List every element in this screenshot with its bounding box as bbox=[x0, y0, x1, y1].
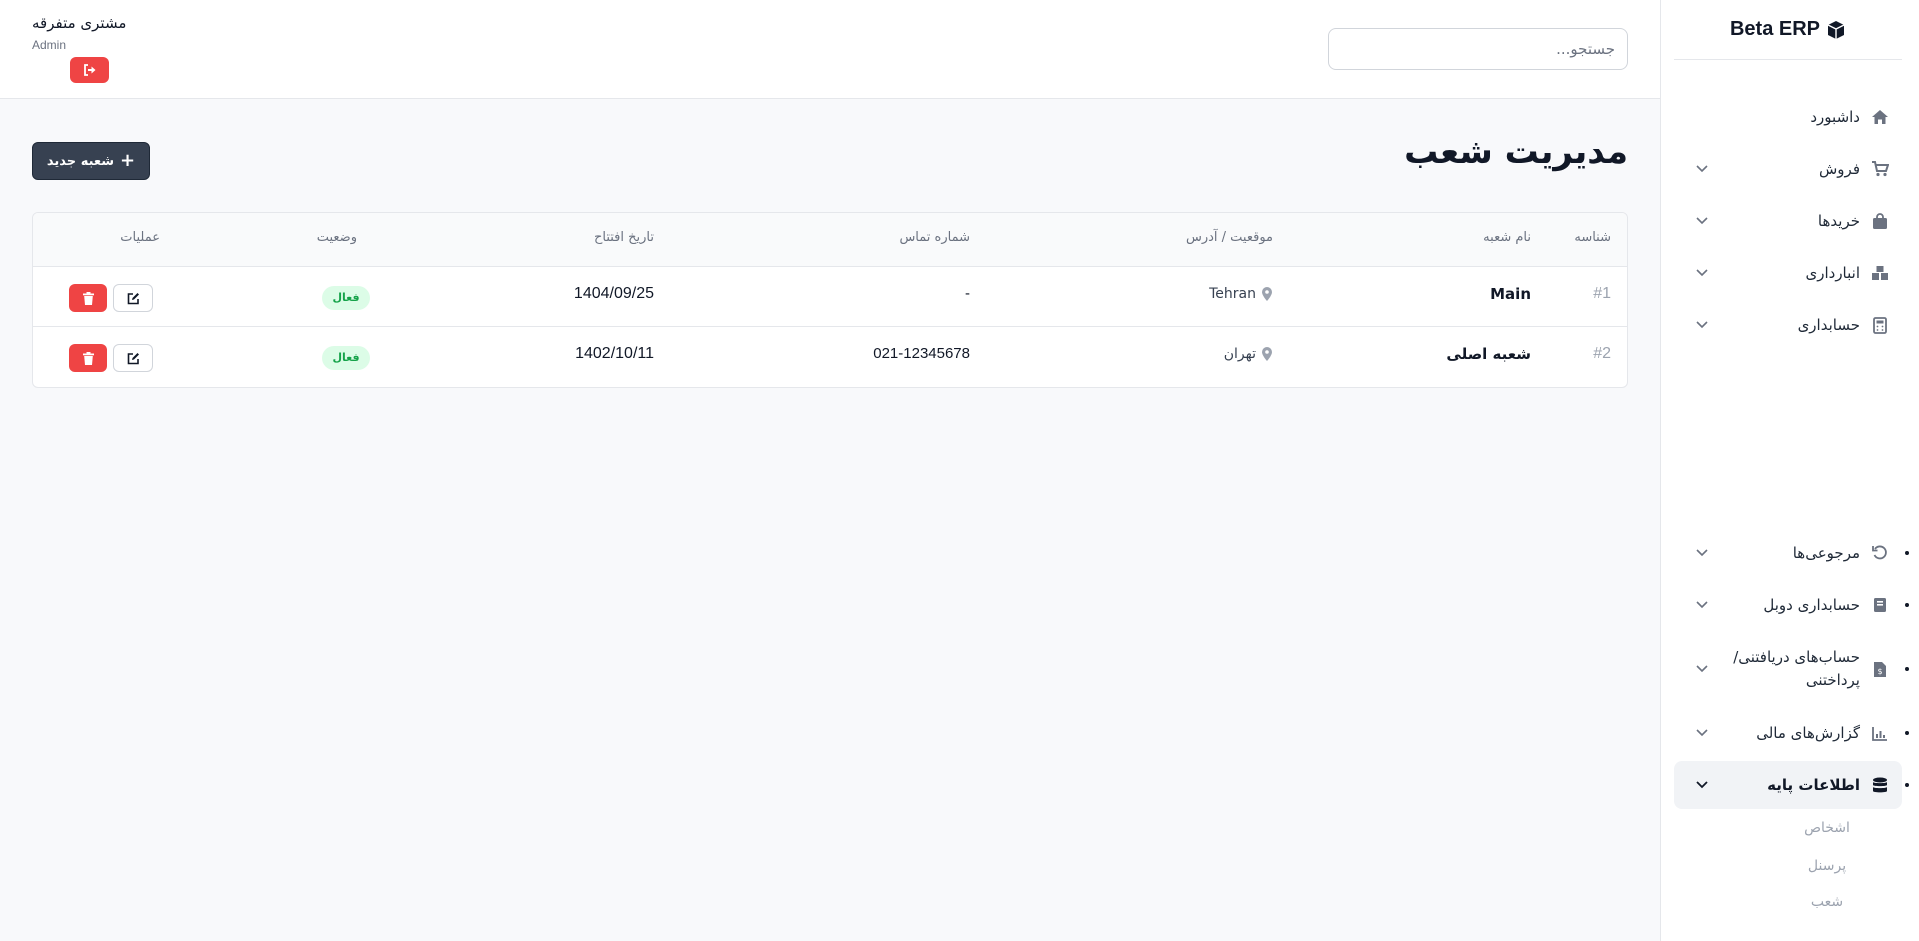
col-header-phone: شماره تماس bbox=[899, 230, 970, 245]
plus-icon: + bbox=[120, 150, 136, 171]
brand-logo[interactable]: Beta ERP bbox=[1674, 0, 1902, 60]
sidebar-item-label: گزارش‌های مالی bbox=[1756, 724, 1860, 742]
col-header-actions: عملیات bbox=[120, 230, 160, 245]
row-location: تهران bbox=[1224, 346, 1273, 362]
sidebar-item-label: فروش bbox=[1818, 160, 1860, 178]
edit-icon bbox=[127, 292, 139, 304]
sidebar-item-sales[interactable]: فروش bbox=[1674, 145, 1902, 193]
sidebar-item-dashboard[interactable]: داشبورد bbox=[1674, 93, 1902, 141]
col-header-status: وضعیت bbox=[316, 230, 357, 245]
chevron-down-icon bbox=[1694, 213, 1710, 229]
row-id: #2 bbox=[1593, 345, 1611, 362]
calculator-icon bbox=[1870, 315, 1890, 335]
row-opened-date: 1402/10/11 bbox=[575, 345, 654, 362]
cube-icon bbox=[1827, 20, 1845, 39]
chevron-down-icon bbox=[1694, 545, 1710, 561]
sidebar-item-label: مرجوعی‌ها bbox=[1792, 544, 1860, 562]
cart-icon bbox=[1870, 159, 1890, 179]
database-icon bbox=[1870, 775, 1890, 795]
trash-icon bbox=[82, 351, 94, 365]
sidebar-item-returns[interactable]: مرجوعی‌ها bbox=[1674, 529, 1909, 577]
home-icon bbox=[1870, 107, 1890, 127]
row-phone: - bbox=[965, 285, 970, 302]
delete-button[interactable] bbox=[69, 344, 107, 372]
bag-icon bbox=[1870, 211, 1890, 231]
sidebar-item-label: حساب‌های دریافتنی/ پرداختنی bbox=[1710, 646, 1860, 692]
col-header-opened: تاریخ افتتاح bbox=[593, 230, 654, 245]
sidebar-item-accounting[interactable]: حسابداری bbox=[1674, 301, 1902, 349]
logout-button[interactable] bbox=[70, 57, 109, 83]
trash-icon bbox=[82, 291, 94, 305]
status-badge: فعال bbox=[322, 286, 370, 310]
new-branch-button[interactable]: + شعبه جدید bbox=[32, 142, 150, 180]
sidebar-item-label: خریدها bbox=[1817, 212, 1860, 230]
sidebar-item-label-line2: پرداختنی bbox=[1805, 671, 1860, 689]
sidebar-subitem-persons[interactable]: اشخاص bbox=[1767, 815, 1887, 841]
map-pin-icon bbox=[1262, 347, 1272, 361]
chevron-down-icon bbox=[1694, 597, 1710, 613]
sidebar-item-label: انبارداری bbox=[1805, 264, 1860, 282]
row-opened-date: 1404/09/25 bbox=[573, 285, 654, 302]
row-id: #1 bbox=[1593, 285, 1611, 302]
brand-name: Beta ERP bbox=[1729, 18, 1821, 40]
sidebar-item-inventory[interactable]: انبارداری bbox=[1674, 249, 1902, 297]
chevron-down-icon bbox=[1694, 317, 1710, 333]
sidebar-item-label: داشبورد bbox=[1810, 108, 1860, 126]
warehouse-icon bbox=[1870, 263, 1890, 283]
row-phone: 021-12345678 bbox=[873, 345, 970, 362]
sign-out-icon bbox=[83, 64, 95, 76]
bullet-dot bbox=[1905, 783, 1909, 787]
undo-icon bbox=[1870, 543, 1890, 563]
table-header: شناسه نام شعبه موقعیت / آدرس شماره تماس … bbox=[33, 213, 1627, 267]
top-bar: مشتری متفرقه Admin bbox=[0, 0, 1660, 99]
sidebar-item-label-line1: حساب‌های دریافتنی/ bbox=[1733, 648, 1860, 666]
row-location-text: تهران bbox=[1223, 346, 1256, 362]
row-name: شعبه اصلی bbox=[1446, 345, 1531, 363]
row-location-text: Tehran bbox=[1209, 286, 1256, 302]
bullet-dot bbox=[1905, 551, 1909, 555]
sidebar-item-double-entry[interactable]: حسابداری دوبل bbox=[1674, 581, 1909, 629]
status-badge: فعال bbox=[322, 346, 370, 370]
edit-button[interactable] bbox=[113, 344, 153, 372]
sidebar-item-label: حسابداری bbox=[1797, 316, 1860, 334]
chevron-down-icon bbox=[1694, 161, 1710, 177]
row-location: Tehran bbox=[1209, 286, 1273, 302]
page-title: مدیریت شعب bbox=[1404, 132, 1628, 172]
table-row: #1 Main Tehran - 1404/09/25 فعال bbox=[33, 267, 1627, 327]
sidebar: Beta ERP داشبورد فروش خریدها انبارداری ح… bbox=[1660, 0, 1919, 941]
bullet-dot bbox=[1905, 667, 1909, 671]
user-name: مشتری متفرقه bbox=[32, 14, 127, 32]
sidebar-item-receivables-payables[interactable]: $ حساب‌های دریافتنی/ پرداختنی bbox=[1674, 640, 1909, 698]
chevron-down-icon bbox=[1694, 777, 1710, 793]
svg-text:$: $ bbox=[1877, 667, 1882, 676]
col-header-name: نام شعبه bbox=[1483, 230, 1531, 245]
new-branch-button-label: شعبه جدید bbox=[46, 153, 115, 169]
edit-icon bbox=[127, 352, 139, 364]
branches-table: شناسه نام شعبه موقعیت / آدرس شماره تماس … bbox=[32, 212, 1628, 388]
bullet-dot bbox=[1905, 603, 1909, 607]
edit-button[interactable] bbox=[113, 284, 153, 312]
invoice-icon: $ bbox=[1870, 659, 1890, 679]
sidebar-item-label: اطلاعات پایه bbox=[1767, 776, 1860, 794]
bullet-dot bbox=[1905, 731, 1909, 735]
sidebar-item-financial-reports[interactable]: گزارش‌های مالی bbox=[1674, 709, 1909, 757]
sidebar-subitem-personnel[interactable]: پرسنل bbox=[1767, 853, 1887, 879]
sidebar-item-purchases[interactable]: خریدها bbox=[1674, 197, 1902, 245]
row-name: Main bbox=[1490, 285, 1531, 303]
delete-button[interactable] bbox=[69, 284, 107, 312]
sidebar-subitem-branches[interactable]: شعب bbox=[1767, 889, 1887, 915]
col-header-location: موقعیت / آدرس bbox=[1185, 230, 1273, 245]
chevron-down-icon bbox=[1694, 725, 1710, 741]
chevron-down-icon bbox=[1694, 661, 1710, 677]
book-icon bbox=[1870, 595, 1890, 615]
user-role: Admin bbox=[32, 38, 67, 52]
chart-icon bbox=[1870, 723, 1890, 743]
sidebar-item-base-data[interactable]: اطلاعات پایه bbox=[1674, 761, 1909, 809]
chevron-down-icon bbox=[1694, 265, 1710, 281]
col-header-id: شناسه bbox=[1574, 230, 1611, 245]
table-row: #2 شعبه اصلی تهران 021-12345678 1402/10/… bbox=[33, 327, 1627, 387]
map-pin-icon bbox=[1262, 287, 1272, 301]
sidebar-item-label: حسابداری دوبل bbox=[1763, 596, 1860, 614]
search-input[interactable] bbox=[1328, 28, 1628, 70]
